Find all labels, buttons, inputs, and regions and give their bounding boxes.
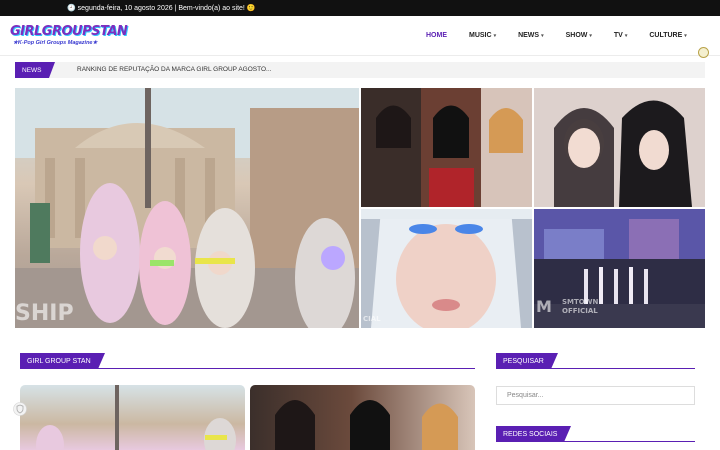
nav-item-home[interactable]: HOME: [426, 32, 447, 39]
article-card-2-image: [275, 400, 458, 450]
tile5-watermark-bottom: OFFICIAL: [562, 307, 598, 315]
chevron-down-icon: ▾: [624, 32, 628, 39]
section-divider-main: [20, 368, 475, 369]
nav-item-culture[interactable]: CULTURE ▾: [649, 32, 686, 39]
nav-item-music[interactable]: MUSIC ▾: [469, 32, 496, 39]
site-logo[interactable]: GIRLGROUPSTAN ★K-Pop Girl Groups Magazin…: [10, 24, 128, 52]
top-bar: 🕘 segunda-feira, 10 agosto 2026 | Bem-vi…: [0, 0, 720, 16]
featured-image-2[interactable]: [361, 88, 532, 207]
nav-item-show[interactable]: SHOW ▾: [566, 32, 592, 39]
article-card-1-image: [36, 385, 236, 450]
main-image-watermark: SHIP: [15, 301, 74, 326]
ticker-headline[interactable]: RANKING DE REPUTAÇÃO DA MARCA GIRL GROUP…: [77, 66, 271, 73]
nav-item-label: HOME: [426, 32, 447, 39]
nav-item-label: MUSIC: [469, 32, 492, 39]
chevron-down-icon: ▾: [493, 32, 497, 39]
logo-tagline: ★K-Pop Girl Groups Magazine★: [13, 40, 98, 46]
nav-item-label: CULTURE: [649, 32, 683, 39]
privacy-shield-icon[interactable]: [13, 402, 27, 416]
closeup-portrait-illustration: [361, 209, 532, 328]
featured-image-3[interactable]: [534, 88, 705, 207]
tile5-watermark-top: SMTOWN: [562, 298, 599, 306]
section-title-search: PESQUISAR: [496, 353, 558, 369]
chevron-down-icon: ▾: [589, 32, 592, 39]
topbar-date-text: 🕘 segunda-feira, 10 agosto 2026 | Bem-vi…: [67, 5, 256, 12]
main-scene-illustration: [15, 88, 359, 328]
stage-performance-illustration: [534, 209, 705, 328]
main-nav: HOME MUSIC ▾ NEWS ▾ SHOW ▾ TV ▾ CULTURE ▾: [426, 32, 709, 39]
nav-item-label: TV: [613, 32, 623, 39]
tile5-logo-mark: M: [536, 297, 552, 316]
chevron-down-icon: ▾: [541, 32, 544, 39]
ticker-tag: NEWS: [15, 62, 55, 78]
article-card-2[interactable]: [250, 385, 475, 450]
section-divider-search: [496, 368, 695, 369]
featured-main-image[interactable]: SHIP: [15, 88, 359, 328]
search-toggle-icon[interactable]: [698, 47, 709, 58]
duo-portrait-illustration: [534, 88, 705, 207]
tile4-watermark: CIAL: [363, 315, 381, 323]
site-header: GIRLGROUPSTAN ★K-Pop Girl Groups Magazin…: [0, 16, 720, 58]
chevron-down-icon: ▾: [684, 32, 687, 39]
featured-image-4[interactable]: CIAL: [361, 209, 532, 328]
section-divider-social: [496, 441, 695, 442]
section-title-main: GIRL GROUP STAN: [20, 353, 105, 369]
nav-item-label: NEWS: [518, 32, 540, 39]
nav-item-label: SHOW: [565, 32, 588, 39]
section-title-social: REDES SOCIAIS: [496, 426, 572, 442]
nav-item-tv[interactable]: TV ▾: [614, 32, 627, 39]
logo-main-text: GIRLGROUPSTAN: [10, 24, 128, 39]
news-ticker: NEWS RANKING DE REPUTAÇÃO DA MARCA GIRL …: [15, 62, 705, 78]
article-card-1[interactable]: [20, 385, 245, 450]
featured-image-5[interactable]: SMTOWN OFFICIAL M: [534, 209, 705, 328]
group-photo-illustration: [361, 88, 532, 207]
nav-item-news[interactable]: NEWS ▾: [518, 32, 544, 39]
search-input[interactable]: Pesquisar...: [496, 386, 695, 405]
